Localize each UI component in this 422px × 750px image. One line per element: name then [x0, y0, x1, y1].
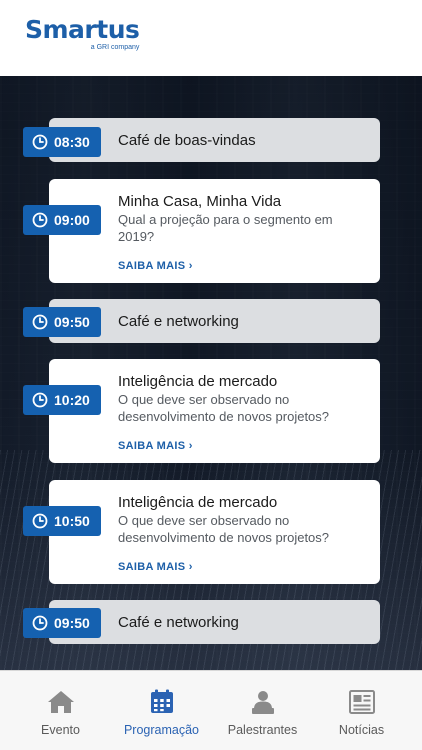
tab-label: Notícias	[338, 723, 385, 737]
session-title: Inteligência de mercado	[118, 373, 278, 390]
time-badge: 09:00	[23, 205, 101, 235]
tab-label: Palestrantes	[227, 723, 298, 737]
tab-noticias[interactable]: Notícias	[309, 671, 414, 750]
smartus-logo: Smartus a GRI company	[25, 15, 140, 52]
time-badge: 09:50	[23, 608, 101, 638]
tab-label: Evento	[41, 723, 80, 737]
session-title: Café e networking	[118, 313, 239, 330]
session-title: Inteligência de mercado	[118, 494, 278, 511]
clock-icon	[32, 392, 48, 408]
session-description: Qual a projeção para o segmento em 2019?	[118, 212, 333, 244]
session-description: O que deve ser observado no desenvolvime…	[118, 392, 330, 424]
speaker-icon	[251, 691, 274, 714]
session-time: 10:20	[54, 392, 90, 408]
clock-icon	[32, 513, 48, 529]
newspaper-icon	[348, 690, 375, 714]
saiba-mais-link[interactable]: SAIBA MAIS ›	[118, 260, 193, 272]
session-time: 09:50	[54, 314, 90, 330]
calendar-icon	[150, 689, 173, 713]
tab-evento[interactable]: Evento	[8, 671, 113, 750]
time-badge: 08:30	[23, 127, 101, 157]
clock-icon	[32, 615, 48, 631]
saiba-mais-link[interactable]: SAIBA MAIS ›	[118, 440, 193, 452]
saiba-mais-link[interactable]: SAIBA MAIS ›	[118, 561, 193, 573]
home-icon	[47, 691, 74, 713]
schedule-list[interactable]: Café de boas-vindas 08:30 Minha Casa, Mi…	[0, 76, 422, 670]
time-badge: 10:50	[23, 506, 101, 536]
app-header: Smartus a GRI company	[0, 0, 422, 76]
tab-palestrantes[interactable]: Palestrantes	[210, 671, 315, 750]
clock-icon	[32, 134, 48, 150]
tab-label: Programação	[123, 723, 200, 737]
session-time: 08:30	[54, 134, 90, 150]
tab-programacao[interactable]: Programação	[109, 671, 214, 750]
time-badge: 10:20	[23, 385, 101, 415]
clock-icon	[32, 314, 48, 330]
logo-tagline: a GRI company	[90, 44, 140, 51]
session-title: Café de boas-vindas	[118, 132, 256, 149]
session-time: 09:00	[54, 212, 90, 228]
bottom-tab-bar: Evento Programação Palestrantes Notícias	[0, 670, 422, 750]
session-title: Minha Casa, Minha Vida	[118, 193, 282, 210]
session-time: 10:50	[54, 513, 90, 529]
logo-wordmark: Smartus	[25, 15, 140, 44]
session-description: O que deve ser observado no desenvolvime…	[118, 513, 330, 545]
session-time: 09:50	[54, 615, 90, 631]
session-title: Café e networking	[118, 614, 239, 631]
clock-icon	[32, 212, 48, 228]
time-badge: 09:50	[23, 307, 101, 337]
